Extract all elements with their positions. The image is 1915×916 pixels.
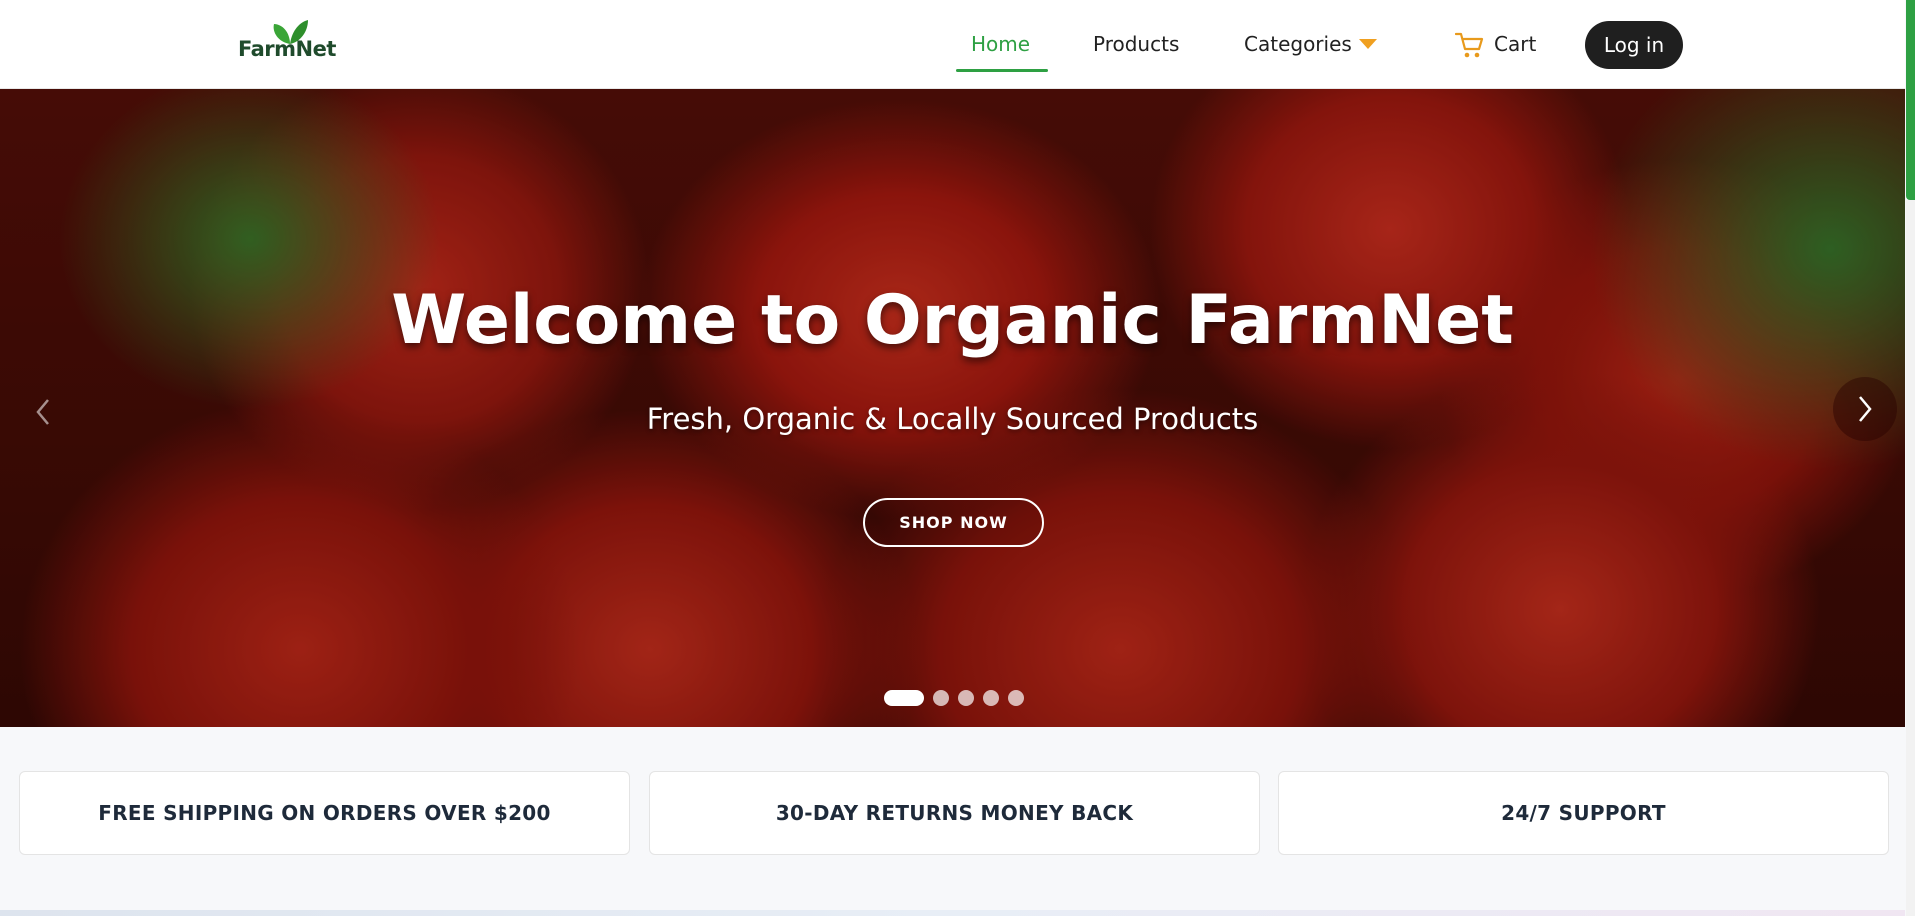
hero-carousel: Welcome to Organic FarmNet Fresh, Organi… [0,89,1905,727]
carousel-dot[interactable] [884,690,924,706]
chevron-right-icon [1859,396,1872,422]
caret-down-icon[interactable] [1359,39,1377,49]
section-divider [0,910,1905,916]
hero-subtitle: Fresh, Organic & Locally Sourced Product… [646,402,1259,436]
shop-now-button[interactable]: SHOP NOW [863,498,1044,547]
logo-text: FarmNet [238,37,336,61]
carousel-dot[interactable] [933,690,949,706]
nav-categories-dropdown[interactable]: Categories [1244,32,1352,56]
chevron-left-icon[interactable] [28,392,58,432]
cart-icon[interactable] [1455,31,1485,59]
carousel-dot[interactable] [1008,690,1024,706]
nav-home-link[interactable]: Home [971,32,1030,56]
nav-cart-link[interactable]: Cart [1494,32,1536,56]
hero-title: Welcome to Organic FarmNet [391,281,1514,360]
carousel-dot[interactable] [983,690,999,706]
active-nav-indicator [956,69,1048,72]
carousel-dot[interactable] [958,690,974,706]
feature-free-shipping: FREE SHIPPING ON ORDERS OVER $200 [19,771,630,855]
login-button[interactable]: Log in [1585,21,1683,69]
feature-returns: 30-DAY RETURNS MONEY BACK [649,771,1260,855]
farmnet-logo[interactable]: FarmNet [236,18,336,62]
feature-support: 24/7 SUPPORT [1278,771,1889,855]
scrollbar-track[interactable] [1906,200,1915,916]
navbar: FarmNet Home Products Categories Cart Lo… [0,0,1905,89]
next-slide-button[interactable] [1833,377,1897,441]
scrollbar-thumb[interactable] [1906,0,1915,200]
nav-products-link[interactable]: Products [1093,32,1179,56]
